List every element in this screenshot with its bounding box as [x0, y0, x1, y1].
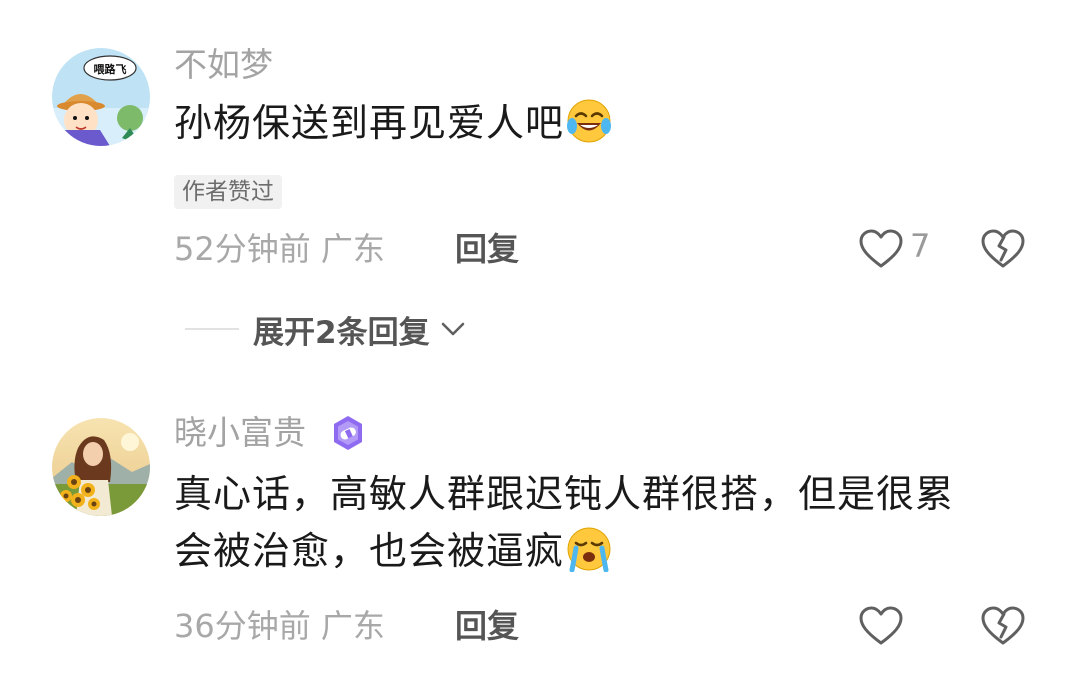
cartoon-avatar-icon: 喂路飞: [52, 48, 150, 146]
reply-button[interactable]: 回复: [455, 229, 519, 269]
expand-replies-button[interactable]: 展开2条回复: [185, 308, 468, 351]
avatar-speech-text: 喂路飞: [94, 62, 127, 76]
broken-heart-icon[interactable]: [980, 228, 1026, 270]
heart-icon[interactable]: [858, 605, 904, 647]
crying-laughing-emoji: [567, 99, 612, 143]
reply-button[interactable]: 回复: [455, 606, 519, 646]
sunflower-girl-avatar-icon: [52, 418, 150, 516]
comment-text-content: 孙杨保送到再见爱人吧: [174, 101, 565, 145]
sobbing-emoji: [567, 527, 611, 572]
username[interactable]: 不如梦: [174, 45, 273, 85]
author-liked-badge: 作者赞过: [174, 175, 282, 209]
expand-replies-label: 展开2条回复: [253, 314, 430, 351]
chevron-down-icon: [441, 322, 464, 336]
heart-icon[interactable]: [858, 228, 904, 270]
like-count: 7: [910, 227, 931, 265]
avatar[interactable]: 喂路飞: [52, 48, 150, 146]
comment-text: 孙杨保送到再见爱人吧: [174, 96, 1034, 151]
comment-item: 晓小富贵 真心话，高敏人群跟迟钝人群很搭，但是很累 会被治愈，也会被逼疯 36分…: [0, 380, 1080, 679]
comment-time-location: 52分钟前 广东: [174, 230, 385, 268]
comment-text: 真心话，高敏人群跟迟钝人群很搭，但是很累 会被治愈，也会被逼疯: [174, 467, 1034, 579]
expand-divider: [185, 328, 239, 330]
comment-text-line: 会被治愈，也会被逼疯: [174, 524, 1034, 579]
comment-text-line: 真心话，高敏人群跟迟钝人群很搭，但是很累: [174, 472, 955, 516]
broken-heart-icon[interactable]: [980, 605, 1026, 647]
comment-time-location: 36分钟前 广东: [174, 607, 385, 645]
comment-text-content: 会被治愈，也会被逼疯: [174, 529, 565, 573]
comment-list: 喂路飞 不如梦 孙杨保送到再见爱人吧 作者赞过 52分钟前 广东 回复 7 展开…: [0, 0, 1080, 679]
avatar[interactable]: [52, 418, 150, 516]
username[interactable]: 晓小富贵: [174, 413, 306, 453]
purple-badge-icon[interactable]: [330, 415, 366, 451]
comment-item: 喂路飞 不如梦 孙杨保送到再见爱人吧 作者赞过 52分钟前 广东 回复 7 展开…: [0, 0, 1080, 380]
